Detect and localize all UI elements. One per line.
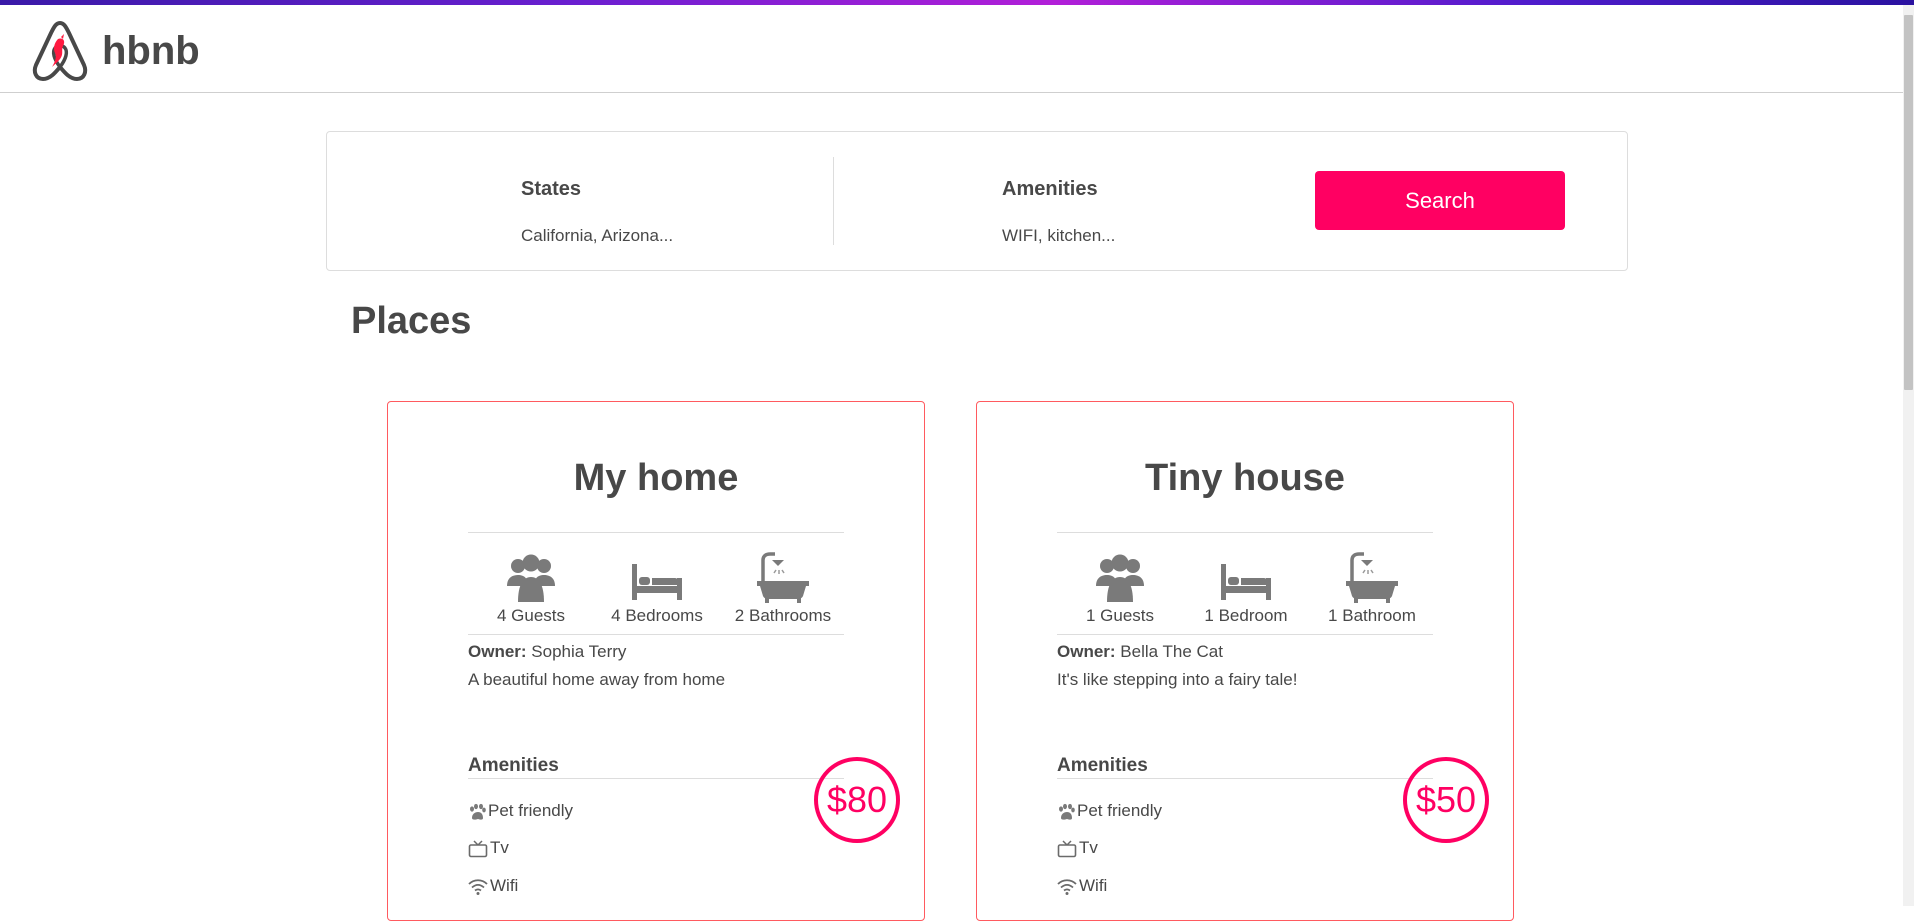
place-title: Tiny house [1145,457,1345,499]
bathrooms-label: 2 Bathrooms [734,606,832,625]
amenity-item: Tv [1057,838,1098,858]
wifi-icon [468,878,488,895]
scrollbar-thumb[interactable] [1904,15,1913,390]
amenities-divider [1057,778,1433,779]
price-badge: $50 [1403,757,1489,843]
wifi-icon [1057,878,1077,895]
bedrooms-info: 1 Bedroom [1183,552,1309,626]
guests-info: 1 Guests [1057,552,1183,626]
amenity-label: Pet friendly [488,801,574,820]
title-divider [468,532,844,533]
amenity-item: Pet friendly [1057,801,1162,821]
owner-label: Owner: [1057,642,1116,661]
tv-icon [468,839,488,857]
bedrooms-label: 4 Bedrooms [611,606,703,625]
places-title: Places [351,300,472,342]
paw-icon [1059,803,1075,820]
info-divider [1057,634,1433,635]
info-divider [468,634,844,635]
site-header: hbnb [0,5,1903,93]
amenity-label: Wifi [1079,876,1108,895]
owner-name: Bella The Cat [1120,642,1223,661]
airbnb-logo-icon[interactable] [30,19,90,83]
price-badge: $80 [814,757,900,843]
bed-icon [632,564,682,600]
paw-icon [470,803,486,820]
bedrooms-info: 4 Bedrooms [594,552,720,626]
guests-icon [507,554,555,602]
bathrooms-info: 1 Bathroom [1309,552,1435,626]
bed-icon [1221,564,1271,600]
bathtub-icon [757,552,809,603]
owner-label: Owner: [468,642,527,661]
guests-icon [1096,554,1144,602]
brand-name[interactable]: hbnb [102,29,200,74]
owner-line: Owner: Bella The Cat [1057,642,1223,662]
states-filter-value: California, Arizona... [521,226,674,245]
guests-label: 1 Guests [1085,606,1155,625]
bedrooms-label: 1 Bedroom [1204,606,1288,625]
bathtub-icon [1346,552,1398,603]
states-filter-title: States [521,178,582,200]
guests-info: 4 Guests [468,552,594,626]
amenities-filter-title: Amenities [1002,178,1098,200]
amenities-title: Amenities [468,755,559,776]
amenities-filter[interactable]: Amenities WIFI, kitchen... [834,132,1304,270]
place-description: A beautiful home away from home [468,670,726,689]
guests-label: 4 Guests [496,606,566,625]
amenity-item: Wifi [1057,876,1107,896]
bathrooms-label: 1 Bathroom [1328,606,1416,625]
amenities-title: Amenities [1057,755,1148,776]
bathrooms-info: 2 Bathrooms [720,552,846,626]
search-button[interactable]: Search [1315,171,1565,230]
amenity-label: Tv [1079,838,1098,857]
amenity-item: Pet friendly [468,801,573,821]
amenities-divider [468,778,844,779]
page-scrollbar[interactable] [1903,5,1914,906]
owner-name: Sophia Terry [531,642,627,661]
amenities-filter-value: WIFI, kitchen... [1002,226,1116,245]
amenity-item: Wifi [468,876,518,896]
amenity-label: Tv [490,838,509,857]
owner-line: Owner: Sophia Terry [468,642,626,662]
tv-icon [1057,839,1077,857]
place-description: It's like stepping into a fairy tale! [1057,670,1298,689]
place-card: My home 4 Guests 4 Bedrooms 2 Bathrooms … [387,401,925,921]
amenity-label: Pet friendly [1077,801,1163,820]
place-title: My home [573,457,739,499]
filters-panel: States California, Arizona... Amenities … [326,131,1628,271]
title-divider [1057,532,1433,533]
place-card: Tiny house 1 Guests 1 Bedroom 1 Bathroom… [976,401,1514,921]
states-filter[interactable]: States California, Arizona... [327,132,833,270]
amenity-label: Wifi [490,876,519,895]
amenity-item: Tv [468,838,509,858]
